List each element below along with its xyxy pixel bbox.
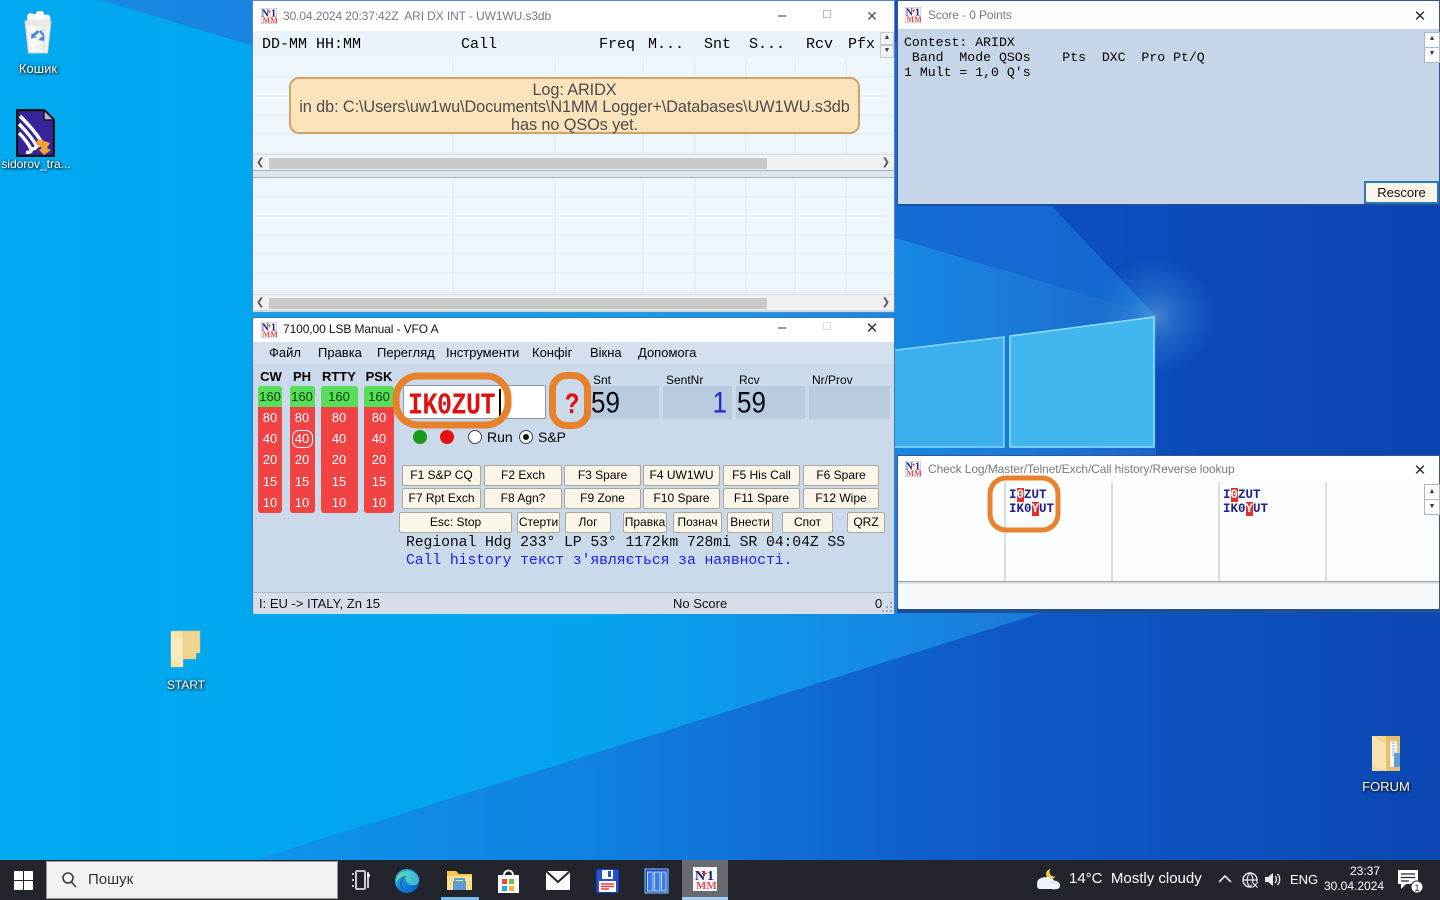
- svg-text:MM: MM: [907, 15, 921, 23]
- svg-text:1: 1: [1415, 883, 1420, 893]
- svg-text:+: +: [702, 869, 708, 880]
- svg-text:+: +: [267, 323, 271, 330]
- svg-text:MM: MM: [263, 330, 277, 338]
- svg-text:MM: MM: [907, 469, 921, 477]
- svg-text:MM: MM: [696, 880, 717, 891]
- svg-text:+: +: [911, 8, 915, 15]
- svg-text:MM: MM: [263, 16, 277, 24]
- svg-text:+: +: [267, 9, 271, 16]
- svg-text:+: +: [911, 462, 915, 469]
